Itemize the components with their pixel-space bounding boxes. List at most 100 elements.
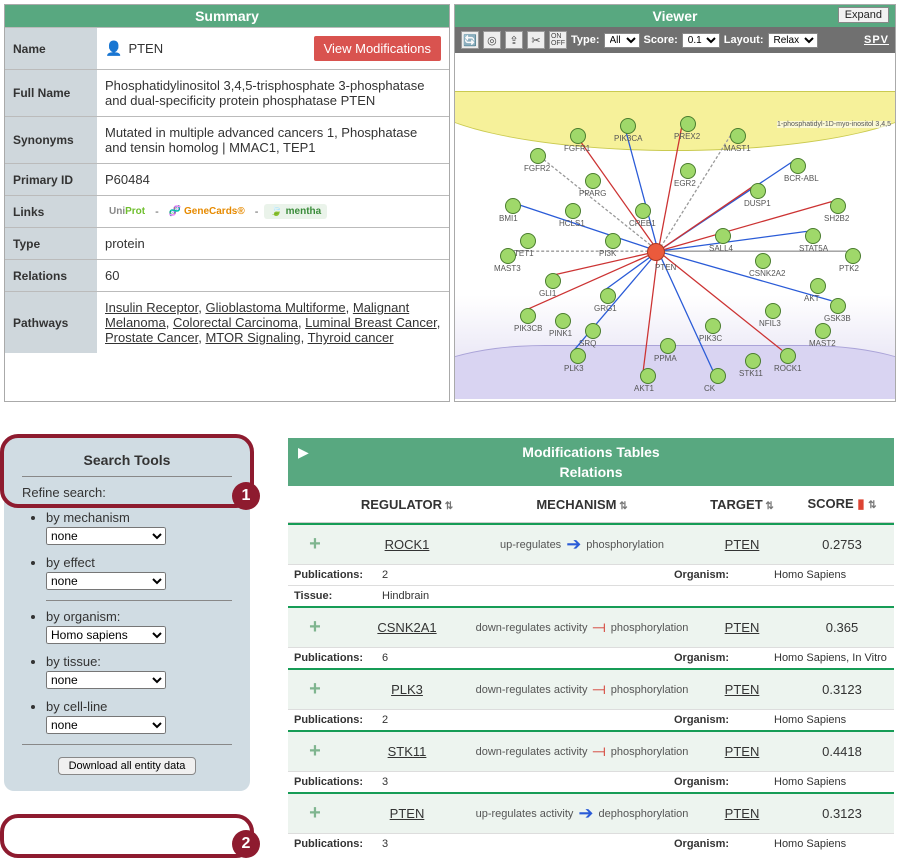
mechanism-arrow-icon: ➔ bbox=[566, 534, 581, 555]
expand-row-icon[interactable]: + bbox=[288, 533, 342, 556]
filter-select[interactable]: none bbox=[46, 572, 166, 590]
pathway-link[interactable]: Insulin Receptor bbox=[105, 300, 198, 315]
table-subrow: Publications:3Organism:Homo Sapiens bbox=[288, 771, 894, 792]
network-node[interactable] bbox=[755, 253, 771, 269]
network-node[interactable] bbox=[565, 203, 581, 219]
network-node-label: FGFR2 bbox=[524, 164, 550, 173]
network-node-label: SH2B2 bbox=[824, 214, 849, 223]
pathway-link[interactable]: MTOR Signaling bbox=[205, 330, 300, 345]
network-node[interactable] bbox=[830, 298, 846, 314]
network-node[interactable] bbox=[570, 348, 586, 364]
col-target[interactable]: TARGET bbox=[692, 497, 792, 512]
network-node[interactable] bbox=[705, 318, 721, 334]
expand-button[interactable]: Expand bbox=[838, 7, 889, 23]
toolbar-share-icon[interactable]: ⇪ bbox=[505, 31, 523, 49]
collapse-icon[interactable]: ▶ bbox=[298, 444, 309, 461]
network-node[interactable] bbox=[830, 198, 846, 214]
search-tools-wrap: Search Tools Refine search: by mechanism… bbox=[4, 438, 250, 854]
expand-row-icon[interactable]: + bbox=[288, 616, 342, 639]
network-node[interactable] bbox=[715, 228, 731, 244]
network-node-label: ROCK1 bbox=[774, 364, 802, 373]
download-all-button[interactable]: Download all entity data bbox=[58, 757, 197, 775]
toolbar-camera-icon[interactable]: ◎ bbox=[483, 31, 501, 49]
entity-name: PTEN bbox=[128, 41, 163, 56]
target-link[interactable]: PTEN bbox=[725, 806, 760, 821]
network-node-label: PPMA bbox=[654, 354, 677, 363]
genecards-link[interactable]: 🧬 GeneCards® bbox=[165, 205, 249, 218]
score-select[interactable]: 0.1 bbox=[682, 33, 720, 48]
regulator-link[interactable]: CSNK2A1 bbox=[377, 620, 436, 635]
uniprot-link[interactable]: UniProt bbox=[105, 205, 149, 218]
network-node[interactable] bbox=[845, 248, 861, 264]
score-value: 0.365 bbox=[792, 620, 892, 635]
network-node[interactable] bbox=[520, 233, 536, 249]
layout-select[interactable]: Relax bbox=[768, 33, 818, 48]
target-link[interactable]: PTEN bbox=[725, 744, 760, 759]
pathway-link[interactable]: Prostate Cancer bbox=[105, 330, 198, 345]
expand-row-icon[interactable]: + bbox=[288, 802, 342, 825]
type-select[interactable]: All bbox=[604, 33, 640, 48]
regulator-link[interactable]: PTEN bbox=[390, 806, 425, 821]
network-node[interactable] bbox=[635, 203, 651, 219]
expand-row-icon[interactable]: + bbox=[288, 678, 342, 701]
fullname-value: Phosphatidylinositol 3,4,5-trisphosphate… bbox=[97, 70, 449, 117]
network-node[interactable] bbox=[730, 128, 746, 144]
expand-row-icon[interactable]: + bbox=[288, 740, 342, 763]
network-node[interactable] bbox=[585, 173, 601, 189]
col-mechanism[interactable]: MECHANISM bbox=[472, 497, 692, 512]
regulator-link[interactable]: PLK3 bbox=[391, 682, 423, 697]
network-node[interactable] bbox=[585, 323, 601, 339]
score-value: 0.3123 bbox=[792, 806, 892, 821]
network-node[interactable] bbox=[505, 198, 521, 214]
network-node[interactable] bbox=[600, 288, 616, 304]
network-node[interactable] bbox=[570, 128, 586, 144]
target-link[interactable]: PTEN bbox=[725, 682, 760, 697]
network-node[interactable] bbox=[815, 323, 831, 339]
view-modifications-button[interactable]: View Modifications bbox=[314, 36, 441, 61]
network-node[interactable] bbox=[790, 158, 806, 174]
toolbar-refresh-icon[interactable]: 🔄 bbox=[461, 31, 479, 49]
summary-body[interactable]: Name 👤 PTEN View Modifications Full Name… bbox=[5, 27, 449, 399]
table-subrow: Publications:6Organism:Homo Sapiens, In … bbox=[288, 647, 894, 668]
network-node[interactable] bbox=[750, 183, 766, 199]
table-row: +ROCK1up-regulates➔phosphorylationPTEN0.… bbox=[288, 523, 894, 564]
toolbar-toggle-icon[interactable]: ONOFF bbox=[549, 31, 567, 49]
network-node[interactable] bbox=[605, 233, 621, 249]
pathway-link[interactable]: Colorectal Carcinoma bbox=[173, 315, 298, 330]
pathway-link[interactable]: Luminal Breast Cancer bbox=[305, 315, 437, 330]
tissue-value: Hindbrain bbox=[376, 590, 429, 602]
regulator-link[interactable]: ROCK1 bbox=[385, 537, 430, 552]
network-node[interactable] bbox=[680, 163, 696, 179]
network-canvas[interactable]: PTEN FGFR2FGFR1PIK3CAPREX2MAST1BCR-ABLSH… bbox=[455, 53, 895, 399]
target-link[interactable]: PTEN bbox=[725, 537, 760, 552]
pathway-link[interactable]: Thyroid cancer bbox=[308, 330, 394, 345]
col-regulator[interactable]: REGULATOR bbox=[342, 497, 472, 512]
network-node[interactable] bbox=[745, 353, 761, 369]
network-node[interactable] bbox=[680, 116, 696, 132]
network-node[interactable] bbox=[710, 368, 726, 384]
network-node[interactable] bbox=[805, 228, 821, 244]
pathway-link[interactable]: Glioblastoma Multiforme bbox=[205, 300, 345, 315]
toolbar-cut-icon[interactable]: ✂ bbox=[527, 31, 545, 49]
layout-label: Layout: bbox=[724, 34, 764, 46]
network-node[interactable] bbox=[640, 368, 656, 384]
network-node[interactable] bbox=[810, 278, 826, 294]
filter-select[interactable]: none bbox=[46, 716, 166, 734]
filter-select[interactable]: none bbox=[46, 527, 166, 545]
network-node[interactable] bbox=[530, 148, 546, 164]
network-node[interactable] bbox=[765, 303, 781, 319]
network-node[interactable] bbox=[620, 118, 636, 134]
target-link[interactable]: PTEN bbox=[725, 620, 760, 635]
col-score[interactable]: SCORE ▮ ⇅ bbox=[792, 496, 892, 512]
spv-link[interactable]: SPV bbox=[864, 34, 889, 46]
node-center[interactable] bbox=[647, 243, 665, 261]
network-node[interactable] bbox=[555, 313, 571, 329]
network-node[interactable] bbox=[780, 348, 796, 364]
filter-select[interactable]: Homo sapiens bbox=[46, 626, 166, 644]
network-node[interactable] bbox=[660, 338, 676, 354]
mentha-link[interactable]: 🍃 mentha bbox=[264, 204, 327, 219]
network-node[interactable] bbox=[520, 308, 536, 324]
regulator-link[interactable]: STK11 bbox=[388, 744, 427, 759]
filter-select[interactable]: none bbox=[46, 671, 166, 689]
network-node[interactable] bbox=[545, 273, 561, 289]
